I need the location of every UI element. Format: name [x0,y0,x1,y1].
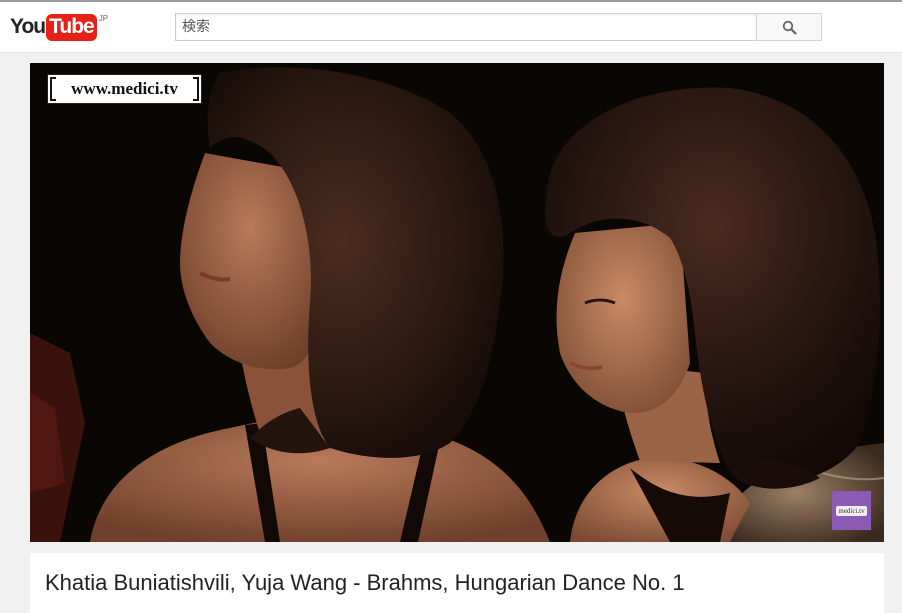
search-bar [175,13,822,41]
logo-text-tube: Tube [46,14,97,41]
masthead: You Tube JP [0,2,902,53]
search-icon [782,20,797,35]
video-info-panel: Khatia Buniatishvili, Yuja Wang - Brahms… [30,553,884,613]
channel-branding-logo[interactable]: medici.tv [832,491,871,530]
channel-branding-label: medici.tv [836,505,867,516]
video-player[interactable]: www.medici.tv medici.tv [30,63,884,542]
medici-watermark: www.medici.tv [47,74,202,104]
logo-text-you: You [10,15,46,38]
youtube-logo[interactable]: You Tube JP [10,14,108,44]
search-input[interactable] [175,13,756,41]
search-button[interactable] [756,13,822,41]
logo-region-code: JP [98,14,109,23]
video-frame [30,63,884,542]
video-title: Khatia Buniatishvili, Yuja Wang - Brahms… [45,570,685,595]
